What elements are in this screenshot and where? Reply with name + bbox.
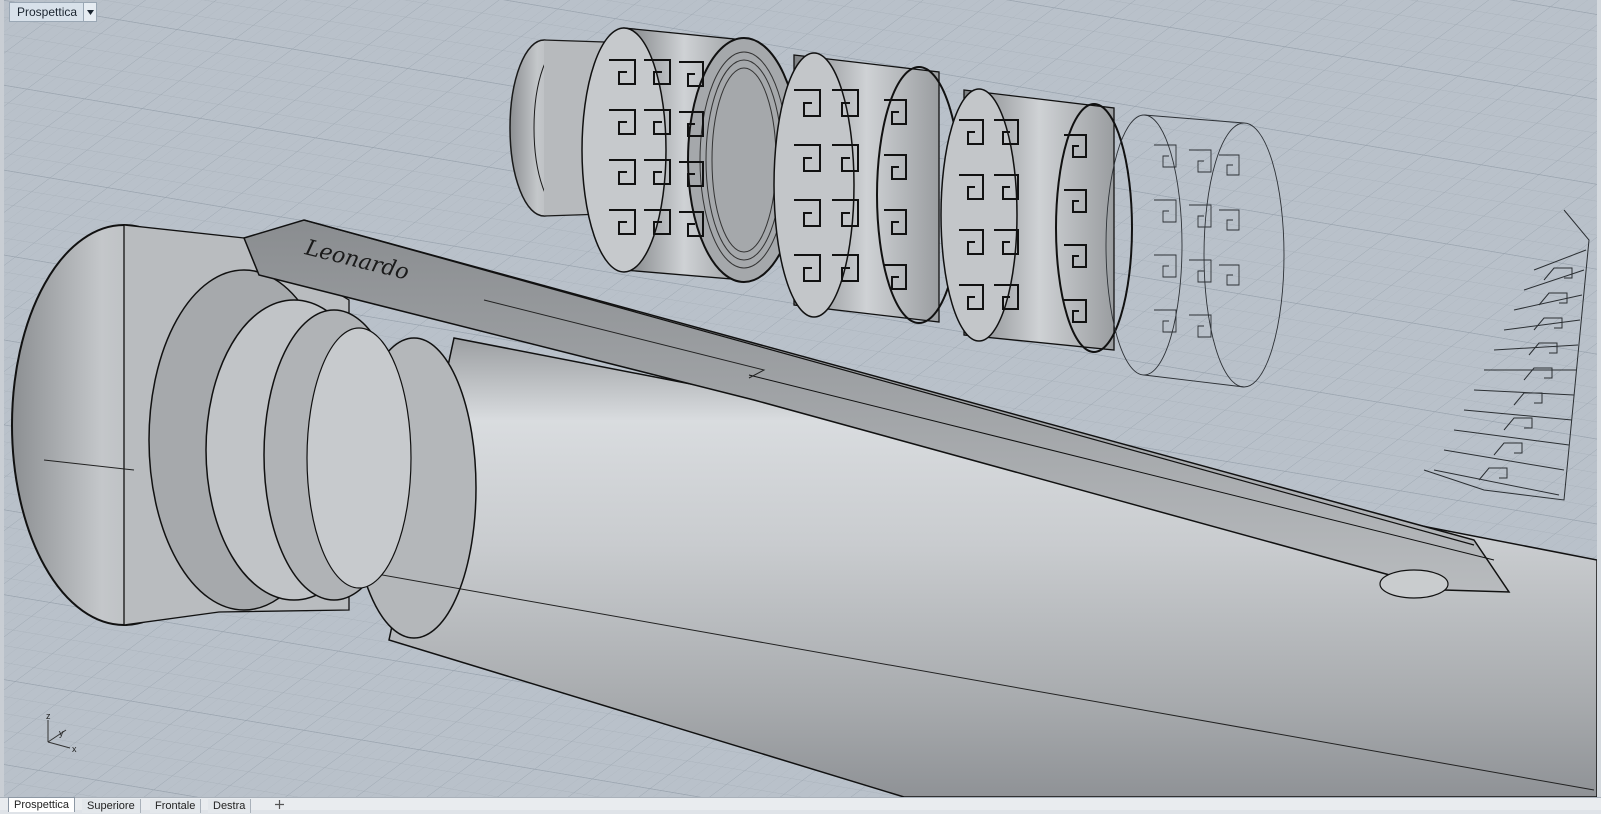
tab-prospettica[interactable]: Prospettica xyxy=(8,797,76,812)
tab-frontale[interactable]: Frontale xyxy=(150,799,202,813)
tab-destra[interactable]: Destra xyxy=(208,799,252,813)
world-axes-icon: z y x xyxy=(42,711,88,761)
viewport-tabs: Prospettica Superiore Frontale Destra xyxy=(0,797,1601,813)
axis-y-label: y xyxy=(59,728,64,738)
axis-x-label: x xyxy=(72,744,77,754)
clip-ball xyxy=(1379,569,1449,599)
tab-superiore[interactable]: Superiore xyxy=(82,799,141,813)
viewport-title[interactable]: Prospettica xyxy=(9,2,98,22)
perspective-viewport[interactable]: Leonardo Prospettica z y x xyxy=(4,0,1597,797)
greek-key-ring-1[interactable] xyxy=(581,27,801,283)
axis-z-label: z xyxy=(46,712,51,721)
window-border xyxy=(1597,0,1601,797)
rhino-window: Leonardo Prospettica z y x Prospettica S… xyxy=(0,0,1601,813)
viewport-title-text: Prospettica xyxy=(17,5,78,19)
triangle-down-icon[interactable] xyxy=(83,3,97,21)
greek-key-ring-3[interactable] xyxy=(940,88,1133,353)
viewport-canvas[interactable]: Leonardo xyxy=(4,0,1597,797)
greek-key-ring-2[interactable] xyxy=(773,52,962,324)
plus-icon[interactable] xyxy=(272,798,286,810)
